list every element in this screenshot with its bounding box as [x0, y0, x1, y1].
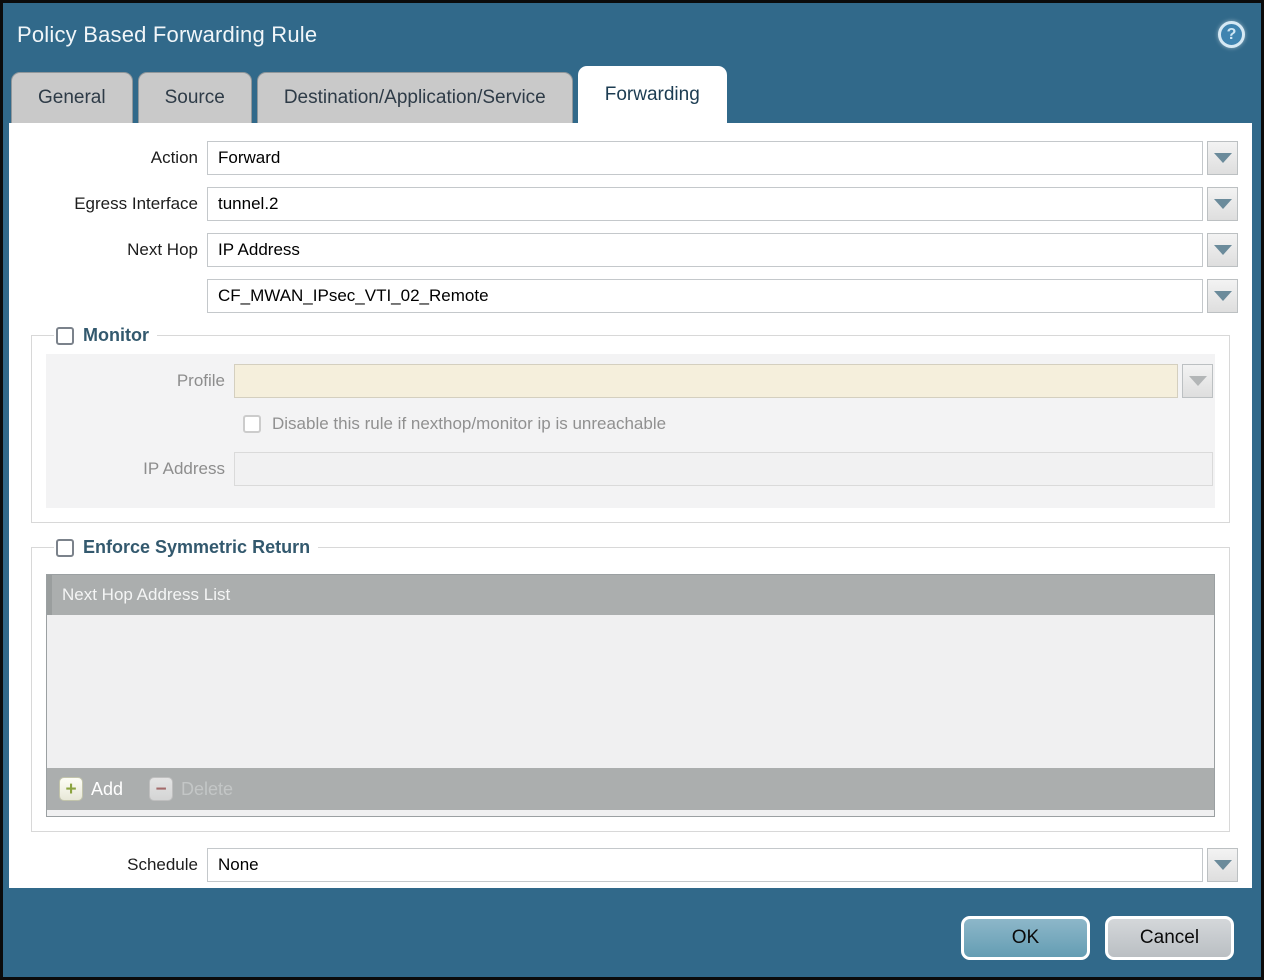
delete-button: − Delete	[149, 777, 233, 801]
tab-source[interactable]: Source	[138, 72, 252, 123]
action-value: Forward	[218, 148, 280, 168]
monitor-panel: Profile Disable this rule if nexthop/mon…	[46, 354, 1215, 508]
dialog-title: Policy Based Forwarding Rule	[17, 22, 317, 48]
profile-label: Profile	[46, 371, 234, 391]
tab-destination-application-service[interactable]: Destination/Application/Service	[257, 72, 573, 123]
next-hop-address-list-toolbar: + Add − Delete	[47, 768, 1214, 810]
chevron-down-icon	[1214, 199, 1232, 209]
profile-row: Profile	[46, 364, 1213, 398]
next-hop-type-select[interactable]: IP Address	[207, 233, 1203, 267]
dialog-footer: OK Cancel	[961, 916, 1234, 960]
next-hop-dropdown-button[interactable]	[1207, 233, 1238, 267]
next-hop-address-list-header: Next Hop Address List	[47, 575, 1214, 615]
egress-interface-dropdown-button[interactable]	[1207, 187, 1238, 221]
delete-button-label: Delete	[181, 779, 233, 800]
add-button-label: Add	[91, 779, 123, 800]
monitor-legend-label: Monitor	[83, 325, 149, 346]
cancel-button[interactable]: Cancel	[1105, 916, 1234, 960]
next-hop-address-list-header-label: Next Hop Address List	[62, 585, 230, 605]
next-hop-address-list-table: Next Hop Address List + Add − Delete	[46, 574, 1215, 817]
table-bottom-strip	[47, 810, 1214, 816]
next-hop-label: Next Hop	[9, 240, 207, 260]
schedule-select[interactable]: None	[207, 848, 1203, 882]
tab-label: General	[38, 87, 106, 109]
next-hop-type-value: IP Address	[218, 240, 300, 260]
egress-interface-label: Egress Interface	[9, 194, 207, 214]
schedule-value: None	[218, 855, 259, 875]
schedule-row: Schedule None	[9, 848, 1238, 882]
chevron-down-icon	[1214, 291, 1232, 301]
ok-button[interactable]: OK	[961, 916, 1090, 960]
tab-label: Destination/Application/Service	[284, 87, 546, 109]
dialog-header: Policy Based Forwarding Rule ?	[3, 3, 1261, 65]
minus-icon: −	[149, 777, 173, 801]
monitor-checkbox[interactable]	[56, 327, 74, 345]
next-hop-address-list-body	[47, 615, 1214, 768]
help-question-glyph: ?	[1227, 26, 1237, 44]
action-select[interactable]: Forward	[207, 141, 1203, 175]
disable-rule-label: Disable this rule if nexthop/monitor ip …	[272, 414, 666, 434]
tab-general[interactable]: General	[11, 72, 133, 123]
profile-select	[234, 364, 1178, 398]
pbf-rule-dialog: Policy Based Forwarding Rule ? General S…	[0, 0, 1264, 980]
enforce-symmetric-return-legend: Enforce Symmetric Return	[54, 537, 318, 558]
schedule-label: Schedule	[9, 855, 207, 875]
chevron-down-icon	[1189, 376, 1207, 386]
help-icon[interactable]: ?	[1218, 21, 1245, 48]
plus-icon: +	[59, 777, 83, 801]
action-dropdown-button[interactable]	[1207, 141, 1238, 175]
egress-interface-select[interactable]: tunnel.2	[207, 187, 1203, 221]
schedule-dropdown-button[interactable]	[1207, 848, 1238, 882]
tab-label: Source	[165, 87, 225, 109]
chevron-down-icon	[1214, 245, 1232, 255]
chevron-down-icon	[1214, 153, 1232, 163]
monitor-ip-address-row: IP Address	[46, 452, 1213, 486]
enforce-symmetric-return-checkbox[interactable]	[56, 539, 74, 557]
tab-forwarding[interactable]: Forwarding	[578, 66, 727, 123]
add-button[interactable]: + Add	[59, 777, 123, 801]
monitor-ip-address-label: IP Address	[46, 459, 234, 479]
monitor-fieldset: Monitor Profile Disable this rule if nex…	[31, 325, 1230, 523]
monitor-legend: Monitor	[54, 325, 157, 346]
disable-rule-checkbox	[243, 415, 261, 433]
action-label: Action	[9, 148, 207, 168]
egress-interface-row: Egress Interface tunnel.2	[9, 187, 1238, 221]
next-hop-address-dropdown-button[interactable]	[1207, 279, 1238, 313]
next-hop-address-select[interactable]: CF_MWAN_IPsec_VTI_02_Remote	[207, 279, 1203, 313]
egress-interface-value: tunnel.2	[218, 194, 279, 214]
profile-dropdown-button	[1182, 364, 1213, 398]
next-hop-address-row: CF_MWAN_IPsec_VTI_02_Remote	[9, 279, 1238, 313]
tab-label: Forwarding	[605, 84, 700, 106]
disable-rule-row: Disable this rule if nexthop/monitor ip …	[243, 414, 1213, 434]
enforce-symmetric-return-fieldset: Enforce Symmetric Return Next Hop Addres…	[31, 537, 1230, 832]
forwarding-tab-panel: Action Forward Egress Interface tunnel.2…	[9, 123, 1252, 888]
chevron-down-icon	[1214, 860, 1232, 870]
next-hop-address-value: CF_MWAN_IPsec_VTI_02_Remote	[218, 286, 489, 306]
tab-bar: General Source Destination/Application/S…	[3, 65, 1261, 123]
enforce-symmetric-return-legend-label: Enforce Symmetric Return	[83, 537, 310, 558]
action-row: Action Forward	[9, 141, 1238, 175]
next-hop-row: Next Hop IP Address	[9, 233, 1238, 267]
monitor-ip-address-input	[234, 452, 1213, 486]
